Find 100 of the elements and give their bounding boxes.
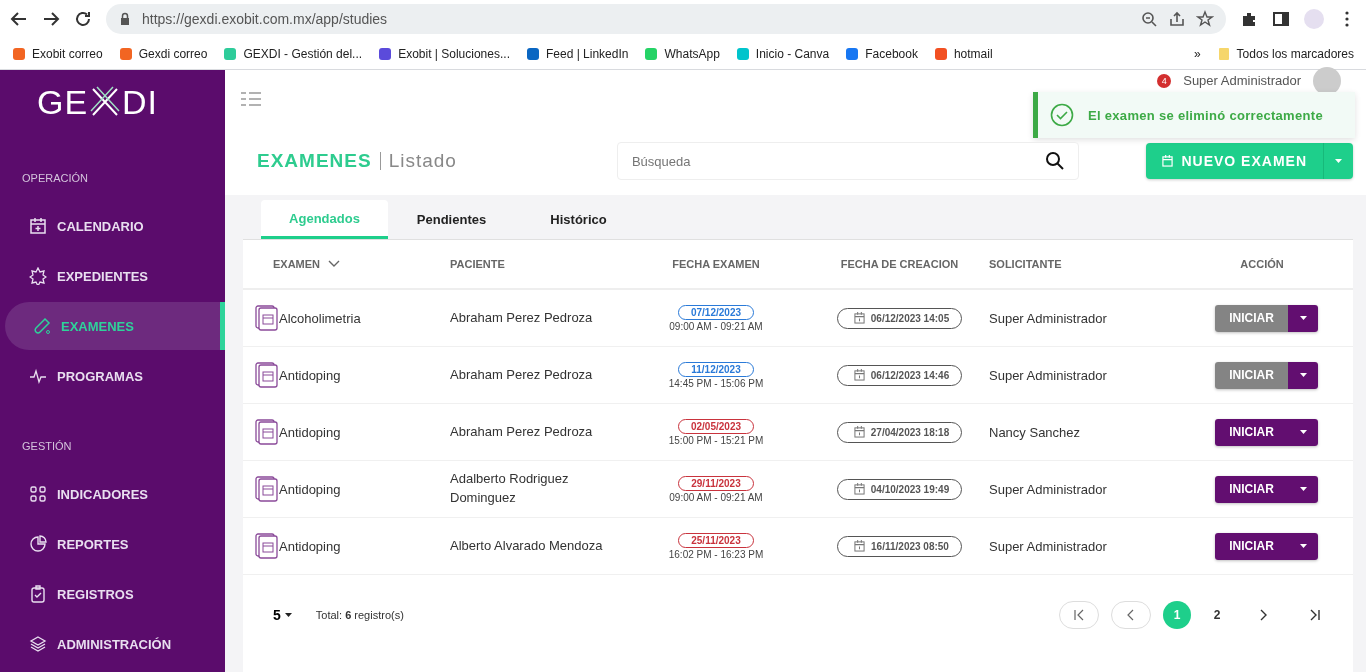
calendar-document-icon <box>255 533 279 559</box>
table-cell: Nancy Sanchez <box>989 424 1081 440</box>
date-badge: 02/05/2023 <box>677 418 755 434</box>
success-toast: El examen se eliminó correctamente <box>1033 92 1355 138</box>
caret-icon <box>284 612 292 618</box>
column-header: SOLICITANTE <box>977 240 1177 290</box>
calendar-document-icon <box>255 476 279 502</box>
bookmark[interactable]: Gexdi correo <box>118 46 208 61</box>
caret-icon <box>1299 315 1307 321</box>
table-cell: Antidoping <box>279 538 341 554</box>
calendar-icon <box>853 369 865 381</box>
share-icon[interactable] <box>1168 10 1186 28</box>
table-cell-text: Abraham Perez Pedroza <box>450 308 593 327</box>
nav-item[interactable]: CALENDARIO <box>5 202 225 250</box>
time-range: 09:00 AM - 09:21 AM <box>669 320 763 332</box>
column-header: PACIENTE <box>438 240 628 290</box>
column-header: ACCIÓN <box>1159 240 1353 290</box>
tab[interactable]: Pendientes <box>388 200 515 239</box>
notification-badge: 4 <box>1157 73 1172 88</box>
forward-icon[interactable] <box>42 10 60 28</box>
caret-icon <box>1335 158 1342 164</box>
page-number[interactable]: 2 <box>1203 601 1231 629</box>
pulse-icon <box>29 367 47 385</box>
calendar-icon <box>854 540 866 552</box>
reload-icon[interactable] <box>74 10 92 28</box>
nav-item[interactable]: PROGRAMAS <box>5 352 225 400</box>
time-range: 16:02 PM - 16:23 PM <box>668 548 764 560</box>
column-header[interactable]: EXAMEN <box>273 258 321 270</box>
nav-item[interactable]: ADMINISTRACIÓN <box>5 620 225 668</box>
search-field[interactable]: Búsqueda <box>616 142 1079 181</box>
dropdown-toggle[interactable] <box>1288 304 1318 332</box>
date-badge: 25/11/2023 <box>678 532 754 548</box>
asterisk-icon <box>29 267 47 285</box>
nav-item[interactable]: EXAMENES <box>5 302 225 350</box>
zoom-icon[interactable] <box>1140 10 1158 28</box>
puzzle-icon[interactable] <box>1240 10 1258 28</box>
table-cell: Alcoholimetria <box>279 310 361 326</box>
nav-item[interactable]: EXPEDIENTES <box>5 252 225 300</box>
page-size-select[interactable]: 5 <box>273 607 292 623</box>
page-subtitle: Listado <box>388 150 457 173</box>
table-cell-text: Abraham Perez Pedroza <box>450 365 593 384</box>
address-bar[interactable]: https://gexdi.exobit.com.mx/app/studies <box>106 4 1226 34</box>
tab[interactable]: Histórico <box>515 200 642 239</box>
table-cell: Super Administrador <box>989 310 1107 326</box>
grid-icon <box>29 485 47 503</box>
bookmark[interactable]: Facebook <box>845 46 918 61</box>
bookmark[interactable]: hotmail <box>933 46 993 61</box>
nav-item[interactable]: REPORTES <box>5 520 225 568</box>
nav-item[interactable]: REGISTROS <box>5 570 225 618</box>
start-button[interactable]: INICIAR <box>1215 532 1288 560</box>
column-header: FECHA EXAMEN <box>610 240 810 290</box>
table-cell-text: Adalberto Rodriguez Dominguez <box>450 470 570 507</box>
table-cell-text: Abraham Perez Pedroza <box>450 422 593 441</box>
side-panel-icon[interactable] <box>1272 10 1290 28</box>
section-heading: GESTIÓN <box>22 440 73 452</box>
table-cell: Antidoping <box>279 481 341 497</box>
dropdown-toggle[interactable] <box>1288 475 1318 503</box>
nav-item[interactable]: INDICADORES <box>5 470 225 518</box>
lock-icon <box>118 12 132 26</box>
page-title: EXAMENES <box>257 150 372 173</box>
start-button[interactable]: INICIAR <box>1215 475 1288 503</box>
calendar-icon <box>853 483 865 495</box>
bookmark[interactable]: Feed | LinkedIn <box>525 46 629 61</box>
dropdown-toggle[interactable] <box>1288 361 1318 389</box>
total-count: Total: 6 registro(s) <box>315 609 404 621</box>
search-icon[interactable] <box>1044 151 1065 172</box>
bookmark[interactable]: WhatsApp <box>644 46 720 61</box>
table-cell: Super Administrador <box>989 538 1107 554</box>
date-badge: 11/12/2023 <box>678 361 754 377</box>
first-page-icon <box>1073 609 1085 621</box>
test-tube-icon <box>33 317 51 335</box>
folder-icon <box>1216 46 1231 61</box>
bookmark[interactable]: GEXDI - Gestión del... <box>223 46 363 61</box>
date-badge: 29/11/2023 <box>678 475 754 491</box>
dropdown-toggle[interactable] <box>1288 532 1318 560</box>
table-cell: Antidoping <box>279 424 341 440</box>
time-range: 15:00 PM - 15:21 PM <box>668 434 764 446</box>
caret-icon <box>1299 486 1307 492</box>
back-icon[interactable] <box>10 10 28 28</box>
more-bookmarks[interactable]: » <box>1193 46 1201 61</box>
calendar-icon <box>853 312 865 324</box>
start-button[interactable]: INICIAR <box>1215 418 1288 446</box>
dropdown-toggle[interactable] <box>1288 418 1318 446</box>
check-circle-icon <box>1050 103 1074 127</box>
calendar-document-icon <box>255 362 279 388</box>
calendar-icon <box>1162 155 1174 168</box>
calendar-icon <box>853 426 865 438</box>
bookmark[interactable]: Exobit correo <box>12 46 103 61</box>
logo-text: DI <box>122 82 159 122</box>
logo-text: GE <box>36 82 89 122</box>
bookmark-folder[interactable]: Todos los marcadores <box>1216 46 1354 61</box>
chevron-down-icon[interactable] <box>328 260 341 268</box>
layers-icon <box>29 635 47 653</box>
table-cell: Super Administrador <box>989 367 1107 383</box>
table-cell: Super Administrador <box>989 481 1107 497</box>
bookmark[interactable]: Exobit | Soluciones... <box>378 46 510 61</box>
star-icon[interactable] <box>1196 10 1214 28</box>
user-name[interactable]: Super Administrador <box>1183 73 1301 89</box>
last-page-icon <box>1309 609 1321 621</box>
bookmark[interactable]: Inicio - Canva <box>735 46 830 61</box>
